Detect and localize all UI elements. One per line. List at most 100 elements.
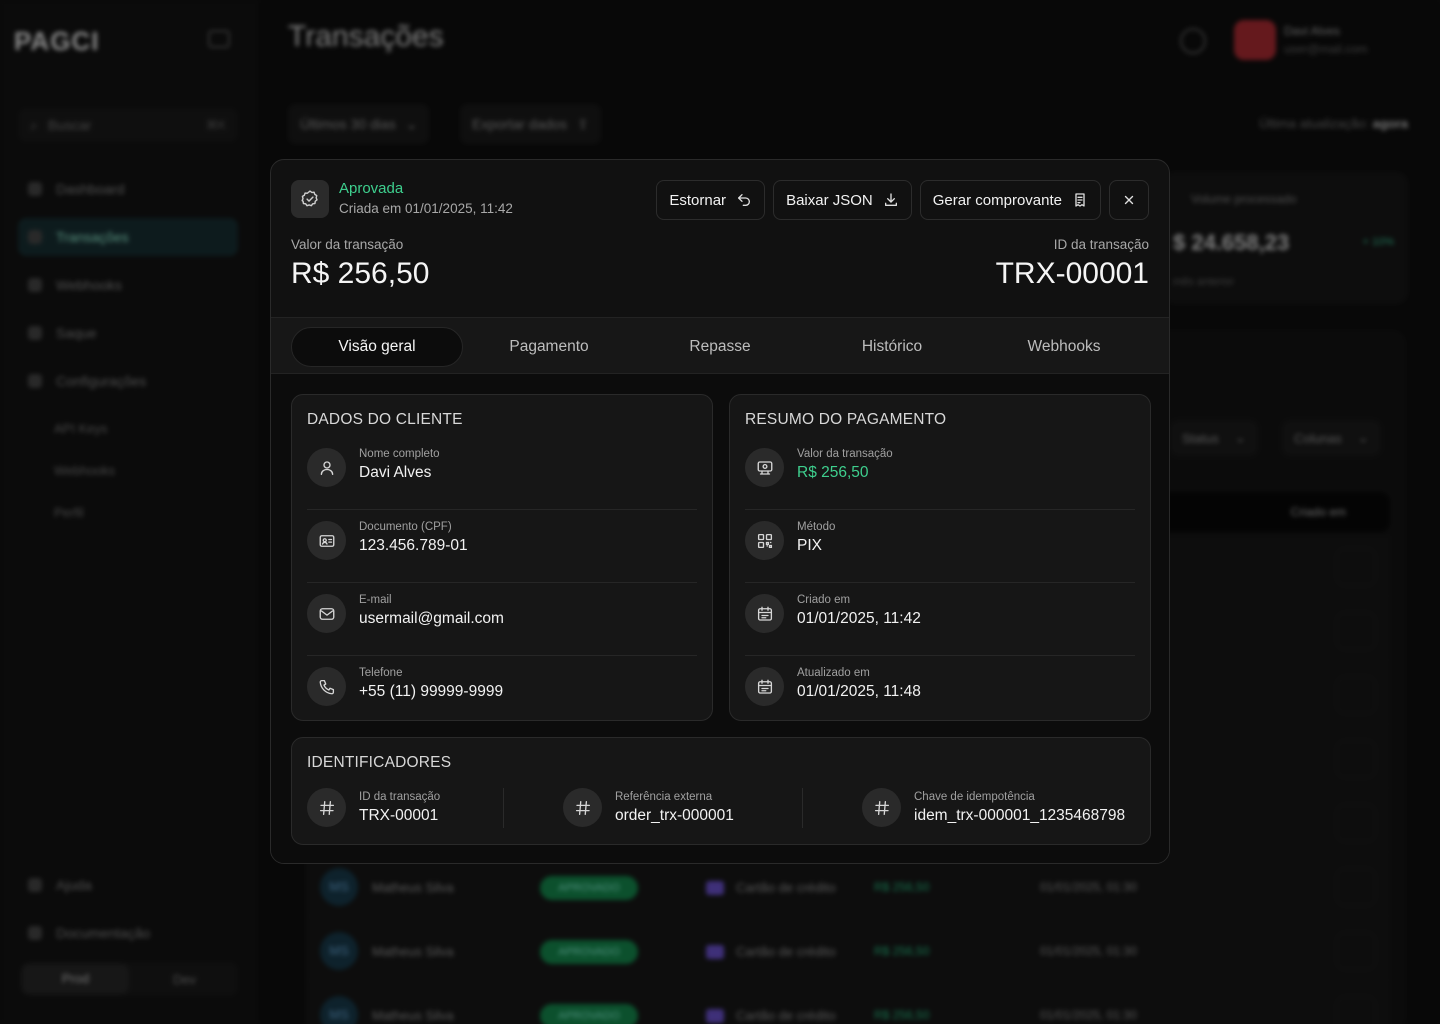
tab-pagamento[interactable]: Pagamento — [463, 327, 635, 367]
user-name: Davi Alves — [1284, 24, 1341, 38]
wallet-icon — [28, 326, 42, 340]
tab-historico[interactable]: Histórico — [806, 327, 978, 367]
sidebar-search[interactable]: ⌕ Buscar ⌘K — [18, 108, 238, 142]
stat-label: Volume processado — [1191, 192, 1297, 206]
credit-card-icon — [706, 944, 724, 959]
field-label: Método — [797, 521, 836, 533]
last-update: Última atualização: agora — [1259, 116, 1408, 131]
more-icon[interactable] — [1336, 996, 1376, 1024]
sidebar-item-configuracoes[interactable]: Configurações — [18, 362, 238, 400]
sidebar-subitem-api-keys[interactable]: API Keys — [18, 410, 238, 446]
table-row[interactable]: MS Matheus Silva APROVADO Cartão de créd… — [306, 920, 1390, 982]
close-icon — [1122, 193, 1136, 207]
transaction-detail-modal: Aprovada Criada em 01/01/2025, 11:42 Est… — [270, 159, 1170, 864]
sidebar-item-label: Webhooks — [54, 462, 116, 478]
avatar: MS — [320, 932, 358, 970]
row-method: Cartão de crédito — [706, 880, 836, 895]
qr-code-icon — [745, 521, 784, 560]
dashboard-icon — [28, 182, 42, 196]
card-title: RESUMO DO PAGAMENTO — [745, 411, 947, 428]
more-icon[interactable] — [1336, 932, 1376, 970]
more-icon[interactable] — [1336, 548, 1376, 586]
sidebar-item-transacoes[interactable]: Transações — [18, 218, 238, 256]
more-icon[interactable] — [1336, 740, 1376, 778]
field-document: Documento (CPF) 123.456.789-01 — [307, 510, 697, 583]
modal-body: DADOS DO CLIENTE Nome completo Davi Alve… — [271, 374, 1169, 863]
sidebar-subitem-perfil[interactable]: Perfil — [18, 494, 238, 530]
status-filter-label: Status — [1182, 430, 1219, 446]
download-json-button[interactable]: Baixar JSON — [773, 180, 912, 220]
tab-visao-geral[interactable]: Visão geral — [291, 327, 463, 367]
chevron-down-icon: ⌄ — [1234, 430, 1246, 445]
more-icon[interactable] — [1336, 868, 1376, 906]
period-label: Últimos 30 dias — [300, 116, 396, 132]
bell-icon[interactable] — [1180, 28, 1206, 54]
receipt-icon — [1072, 192, 1088, 208]
phone-icon — [307, 667, 346, 706]
field-label: Telefone — [359, 667, 403, 679]
user-icon — [307, 448, 346, 487]
hash-icon — [862, 788, 901, 827]
sidebar-item-label: Configurações — [56, 373, 147, 389]
columns-filter[interactable]: Colunas ⌄ — [1282, 420, 1381, 456]
field-label: Referência externa — [615, 791, 713, 803]
more-icon[interactable] — [1336, 804, 1376, 842]
user-info[interactable]: Davi Alves user@mail.com — [1284, 22, 1368, 58]
close-button[interactable] — [1109, 180, 1149, 220]
sidebar-item-ajuda[interactable]: Ajuda — [18, 866, 238, 904]
sidebar-item-label: Webhooks — [56, 277, 122, 293]
tab-webhooks[interactable]: Webhooks — [978, 327, 1150, 367]
docs-icon — [28, 926, 42, 940]
sidebar-item-label: Dashboard — [56, 181, 125, 197]
row-amount: R$ 256,50 — [874, 1008, 930, 1022]
more-icon[interactable] — [1336, 676, 1376, 714]
field-full-name: Nome completo Davi Alves — [307, 437, 697, 510]
refund-button[interactable]: Estornar — [656, 180, 766, 220]
amount-value: R$ 256,50 — [291, 257, 430, 290]
status-badge: APROVADO — [540, 940, 638, 964]
undo-icon — [736, 192, 752, 208]
field-value: Davi Alves — [359, 464, 432, 481]
divider — [802, 788, 803, 828]
table-row[interactable]: MS Matheus Silva APROVADO Cartão de créd… — [306, 984, 1390, 1024]
card-title: DADOS DO CLIENTE — [307, 411, 463, 428]
chevron-down-icon: ⌄ — [1357, 430, 1369, 445]
logo: PAGCI — [14, 26, 100, 56]
help-icon — [28, 878, 42, 892]
sidebar-item-webhooks[interactable]: Webhooks — [18, 266, 238, 304]
download-icon — [883, 192, 899, 208]
sidebar-item-dashboard[interactable]: Dashboard — [18, 170, 238, 208]
row-amount: R$ 256,50 — [874, 880, 930, 894]
column-created[interactable]: Criado em — [1291, 505, 1346, 519]
transaction-status: Aprovada — [339, 180, 404, 197]
sidebar-subitem-webhooks[interactable]: Webhooks — [18, 452, 238, 488]
row-name: Matheus Silva — [372, 880, 454, 895]
sidebar-item-saque[interactable]: Saque — [18, 314, 238, 352]
period-select[interactable]: Últimos 30 dias ⌄ — [288, 104, 430, 144]
export-button[interactable]: Exportar dados ⇪ — [460, 104, 601, 144]
table-row[interactable]: MS Matheus Silva APROVADO Cartão de créd… — [306, 856, 1390, 918]
status-badge: APROVADO — [540, 876, 638, 900]
tab-repasse[interactable]: Repasse — [634, 327, 806, 367]
row-date: 01/01/2025, 01:30 — [1040, 944, 1137, 958]
money-icon — [745, 448, 784, 487]
field-value: 123.456.789-01 — [359, 537, 468, 554]
verified-badge-icon — [291, 180, 329, 218]
more-icon[interactable] — [1336, 612, 1376, 650]
env-dev[interactable]: Dev — [131, 972, 238, 987]
status-filter[interactable]: Status ⌄ — [1170, 420, 1258, 456]
last-update-label: Última atualização: — [1259, 116, 1369, 131]
sidebar-collapse-icon[interactable] — [208, 30, 230, 48]
generate-receipt-button[interactable]: Gerar comprovante — [919, 180, 1101, 220]
field-value: 01/01/2025, 11:48 — [797, 683, 921, 700]
identifiers-card: IDENTIFICADORES ID da transação TRX-0000… — [291, 737, 1151, 845]
gear-icon — [28, 374, 42, 388]
env-prod[interactable]: Prod — [22, 964, 129, 994]
avatar[interactable] — [1234, 20, 1276, 60]
mail-icon — [307, 594, 346, 633]
sidebar-item-documentacao[interactable]: Documentação — [18, 914, 238, 952]
columns-filter-label: Colunas — [1294, 430, 1342, 446]
transaction-id-label: ID da transação — [1053, 237, 1149, 252]
row-method-label: Cartão de crédito — [736, 944, 836, 959]
field-label: ID da transação — [359, 791, 441, 803]
